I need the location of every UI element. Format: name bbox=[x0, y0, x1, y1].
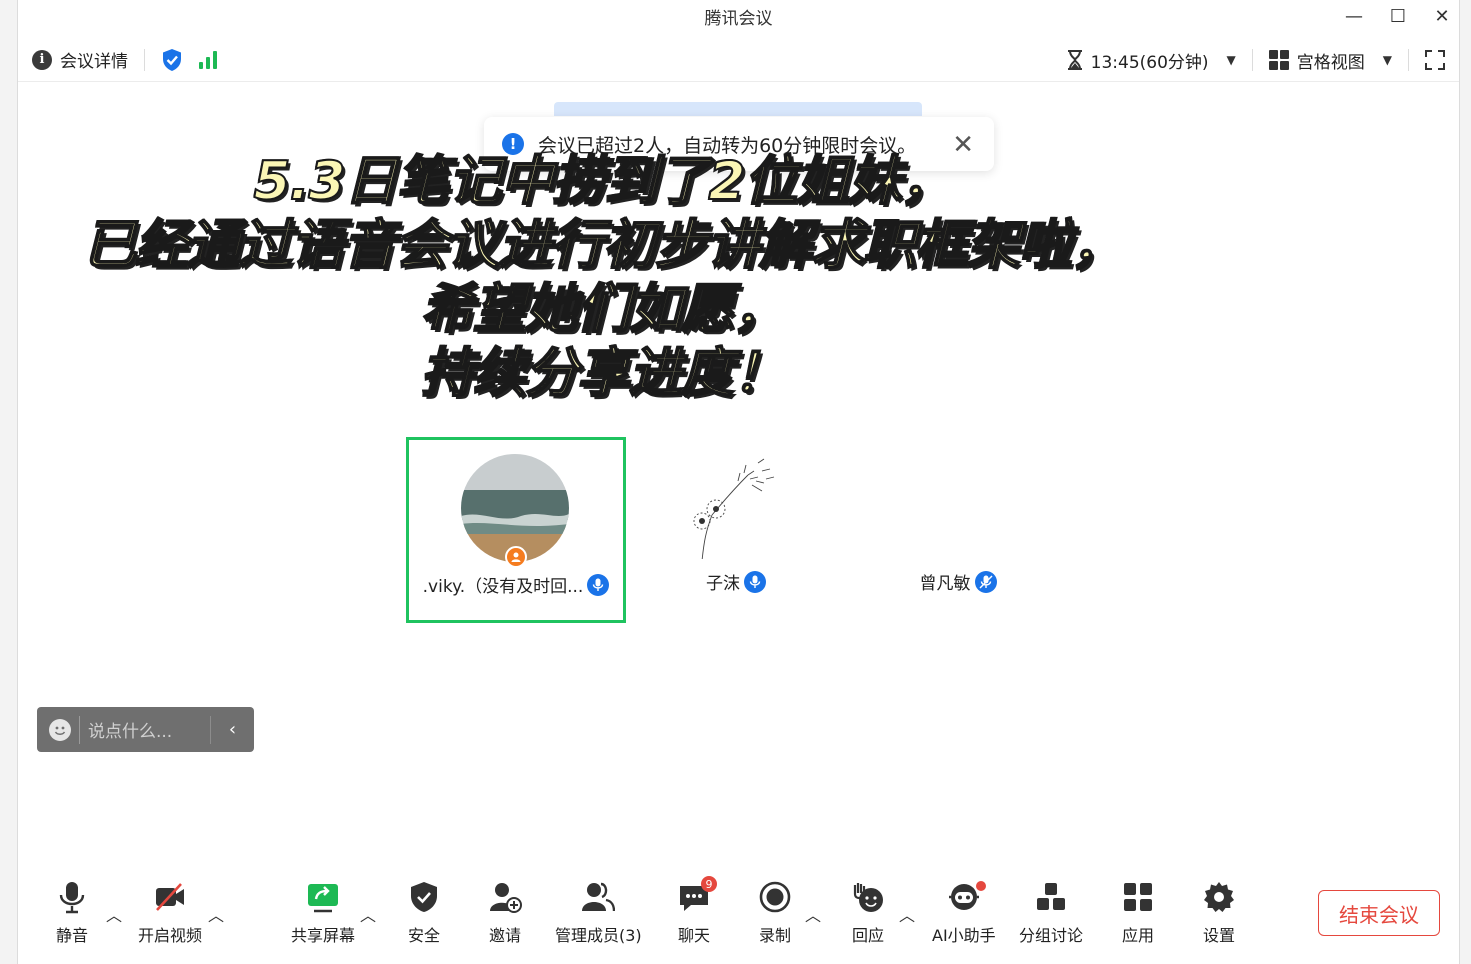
settings-label: 设置 bbox=[1202, 926, 1235, 945]
microphone-icon bbox=[59, 882, 85, 914]
caption-line: 已经通过语音会议进行初步讲解求职框架啦， bbox=[82, 214, 1125, 277]
mute-button[interactable]: 静音 bbox=[55, 880, 89, 946]
participant-name: 曾凡敏 bbox=[919, 574, 971, 594]
fullscreen-icon[interactable] bbox=[1425, 50, 1445, 70]
info-icon: i bbox=[32, 49, 52, 70]
add-user-icon bbox=[490, 883, 522, 913]
chevron-down-icon: ▼ bbox=[1226, 53, 1236, 67]
hourglass-icon bbox=[1067, 50, 1082, 70]
record-label: 录制 bbox=[758, 926, 791, 945]
shield-check-icon[interactable] bbox=[161, 48, 183, 72]
mute-label: 静音 bbox=[55, 926, 88, 945]
notification-bar bbox=[554, 102, 922, 116]
minimize-button[interactable]: — bbox=[1343, 5, 1365, 27]
divider bbox=[144, 48, 145, 71]
record-button[interactable]: 录制 bbox=[758, 880, 792, 946]
host-icon bbox=[505, 546, 527, 568]
title-bar: 腾讯会议 — ☐ ✕ bbox=[18, 0, 1459, 32]
react-label: 回应 bbox=[851, 926, 884, 945]
view-mode-button[interactable]: 宫格视图 ▼ bbox=[1268, 48, 1392, 73]
gear-icon bbox=[1204, 882, 1234, 912]
breakout-rooms-button[interactable]: 分组讨论 bbox=[1019, 880, 1083, 946]
share-screen-label: 共享屏幕 bbox=[291, 926, 356, 945]
participant-name: .viky.（没有及时回... bbox=[422, 577, 584, 597]
network-signal-icon[interactable] bbox=[199, 50, 217, 69]
camera-off-icon bbox=[156, 883, 184, 911]
caption-line: 5.3日笔记中捞到了2位姐妹， bbox=[253, 150, 955, 213]
microphone-icon bbox=[744, 570, 766, 593]
maximize-button[interactable]: ☐ bbox=[1387, 5, 1409, 27]
chat-button[interactable]: 聊天 9 bbox=[677, 876, 717, 946]
window-title: 腾讯会议 bbox=[704, 8, 773, 29]
record-icon bbox=[759, 881, 791, 913]
chevron-up-icon[interactable]: ︿ bbox=[106, 902, 122, 926]
grid-view-icon bbox=[1268, 50, 1289, 70]
end-meeting-button[interactable]: 结束会议 bbox=[1318, 890, 1440, 936]
apps-button[interactable]: 应用 bbox=[1121, 880, 1155, 946]
share-screen-icon bbox=[308, 884, 338, 913]
apps-icon bbox=[1124, 883, 1152, 911]
video-label: 开启视频 bbox=[138, 926, 203, 945]
manage-members-button[interactable]: 管理成员(3) bbox=[555, 880, 642, 946]
participant-tile[interactable]: 子沫 bbox=[626, 437, 846, 623]
ai-assistant-label: AI小助手 bbox=[932, 926, 996, 945]
meeting-details-label: 会议详情 bbox=[60, 52, 128, 72]
hand-emoji-icon bbox=[853, 883, 883, 912]
ai-assistant-button[interactable]: AI小助手 bbox=[932, 880, 996, 946]
microphone-icon bbox=[587, 573, 610, 596]
floating-chat-input[interactable]: 说点什么... ‹ bbox=[37, 707, 254, 752]
divider bbox=[1251, 49, 1253, 71]
security-button[interactable]: 安全 bbox=[407, 880, 441, 946]
participant-tile[interactable]: 曾凡敏 bbox=[848, 437, 1068, 623]
background-window-left bbox=[0, 0, 18, 964]
apps-label: 应用 bbox=[1121, 926, 1154, 945]
unread-badge: 9 bbox=[701, 876, 717, 892]
timer-label: 13:45(60分钟) bbox=[1090, 52, 1209, 73]
bottom-toolbar: 静音 ︿ 开启视频 ︿ 共享屏幕 ︿ 安全 邀请 管理成员(3) 聊天 9 录制… bbox=[18, 872, 1459, 952]
microphone-muted-icon bbox=[974, 570, 997, 593]
invite-label: 邀请 bbox=[488, 926, 521, 945]
meeting-top-bar: i 会议详情 13:45(60分钟) ▼ 宫格视图 ▼ bbox=[18, 38, 1459, 82]
settings-button[interactable]: 设置 bbox=[1202, 880, 1236, 946]
chevron-down-icon: ▼ bbox=[1382, 53, 1392, 67]
meeting-details-button[interactable]: i 会议详情 bbox=[32, 47, 128, 72]
overlay-caption: 5.3日笔记中捞到了2位姐妹， 已经通过语音会议进行初步讲解求职框架啦， 希望她… bbox=[38, 150, 1168, 406]
emoji-icon[interactable] bbox=[49, 718, 71, 741]
caption-line: 希望她们如愿， bbox=[420, 278, 787, 341]
divider bbox=[79, 715, 80, 744]
close-button[interactable]: ✕ bbox=[1431, 5, 1453, 27]
chevron-left-icon[interactable]: ‹ bbox=[210, 715, 254, 744]
chevron-up-icon[interactable]: ︿ bbox=[360, 902, 376, 926]
breakout-icon bbox=[1037, 883, 1065, 910]
video-button[interactable]: 开启视频 bbox=[138, 880, 202, 946]
shield-icon bbox=[411, 882, 437, 912]
share-screen-button[interactable]: 共享屏幕 bbox=[291, 880, 355, 946]
participant-tile[interactable]: .viky.（没有及时回... bbox=[406, 437, 626, 623]
invite-button[interactable]: 邀请 bbox=[488, 880, 522, 946]
chevron-up-icon[interactable]: ︿ bbox=[805, 902, 821, 926]
background-window-right bbox=[1459, 0, 1471, 964]
members-icon bbox=[582, 882, 616, 912]
chevron-up-icon[interactable]: ︿ bbox=[208, 902, 224, 926]
react-button[interactable]: 回应 bbox=[851, 880, 885, 946]
notification-dot bbox=[976, 881, 986, 891]
meeting-timer[interactable]: 13:45(60分钟) ▼ bbox=[1067, 48, 1236, 73]
meeting-window: 腾讯会议 — ☐ ✕ i 会议详情 13:45(60分钟) ▼ 宫格视图 ▼ !… bbox=[18, 0, 1459, 964]
avatar bbox=[678, 451, 786, 559]
breakout-label: 分组讨论 bbox=[1019, 926, 1084, 945]
chat-label: 聊天 bbox=[677, 926, 710, 945]
view-mode-label: 宫格视图 bbox=[1296, 52, 1365, 73]
caption-line: 持续分享进度！ bbox=[420, 342, 787, 405]
divider bbox=[1408, 49, 1409, 71]
participant-name: 子沫 bbox=[706, 574, 740, 594]
chevron-up-icon[interactable]: ︿ bbox=[899, 902, 915, 926]
security-label: 安全 bbox=[407, 926, 440, 945]
chat-placeholder[interactable]: 说点什么... bbox=[88, 717, 210, 742]
manage-members-label: 管理成员(3) bbox=[555, 926, 642, 945]
